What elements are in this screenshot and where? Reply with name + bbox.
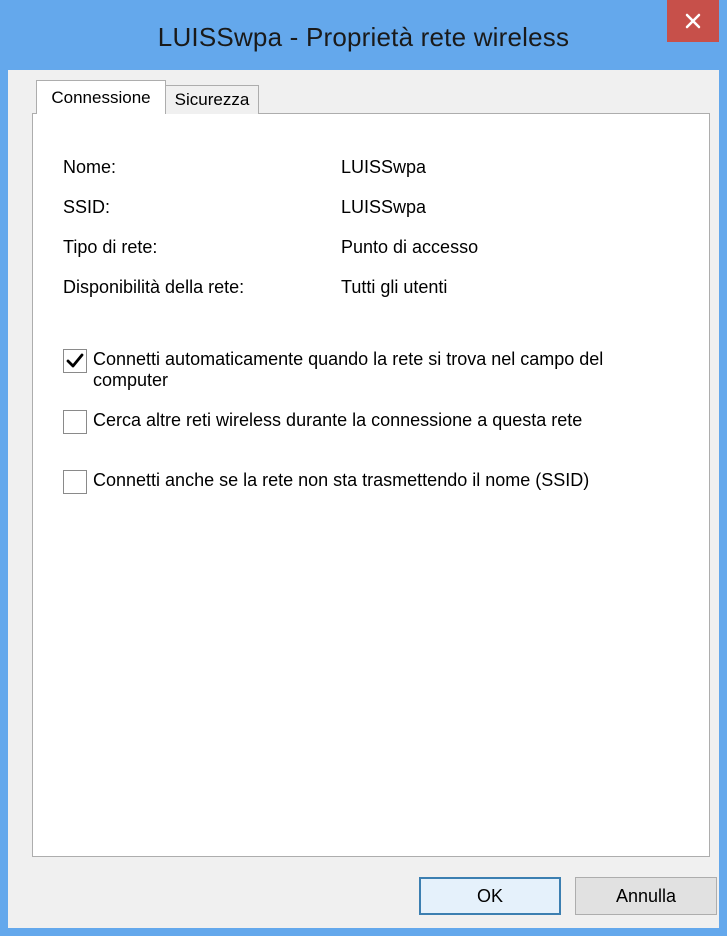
- window-title: LUISSwpa - Proprietà rete wireless: [157, 22, 570, 52]
- availability-label: Disponibilità della rete:: [63, 277, 245, 297]
- auto-connect-checkbox[interactable]: [63, 349, 87, 373]
- connection-tab-panel: Nome: LUISSwpa SSID: LUISSwpa Tipo di re…: [32, 113, 710, 857]
- title-bar[interactable]: LUISSwpa - Proprietà rete wireless: [0, 0, 727, 80]
- search-other-networks-checkbox[interactable]: [63, 410, 87, 434]
- search-other-networks-label: Cerca altre reti wireless durante la con…: [93, 410, 583, 430]
- auto-connect-label: Connetti automaticamente quando la rete …: [93, 349, 604, 390]
- checkmark-icon: [66, 353, 84, 368]
- ok-button[interactable]: OK: [419, 877, 561, 915]
- connect-hidden-label: Connetti anche se la rete non sta trasme…: [93, 470, 590, 490]
- name-value: LUISSwpa: [341, 157, 427, 177]
- tab-sicurezza[interactable]: Sicurezza: [165, 85, 259, 114]
- search-other-networks-option[interactable]: Cerca altre reti wireless durante la con…: [63, 410, 663, 434]
- connect-hidden-option[interactable]: Connetti anche se la rete non sta trasme…: [63, 470, 593, 494]
- close-icon: [685, 13, 701, 29]
- auto-connect-option[interactable]: Connetti automaticamente quando la rete …: [63, 349, 663, 391]
- ssid-label: SSID:: [63, 197, 111, 217]
- connect-hidden-checkbox[interactable]: [63, 470, 87, 494]
- cancel-button[interactable]: Annulla: [575, 877, 717, 915]
- network-type-value: Punto di accesso: [341, 237, 479, 257]
- dialog-client-area: Connessione Sicurezza Nome: LUISSwpa SSI…: [8, 70, 719, 928]
- ssid-value: LUISSwpa: [341, 197, 427, 217]
- name-label: Nome:: [63, 157, 117, 177]
- tab-connessione[interactable]: Connessione: [36, 80, 166, 114]
- availability-value: Tutti gli utenti: [341, 277, 448, 297]
- network-type-label: Tipo di rete:: [63, 237, 158, 257]
- close-button[interactable]: [667, 0, 719, 42]
- wireless-properties-window: LUISSwpa - Proprietà rete wireless Conne…: [0, 0, 727, 936]
